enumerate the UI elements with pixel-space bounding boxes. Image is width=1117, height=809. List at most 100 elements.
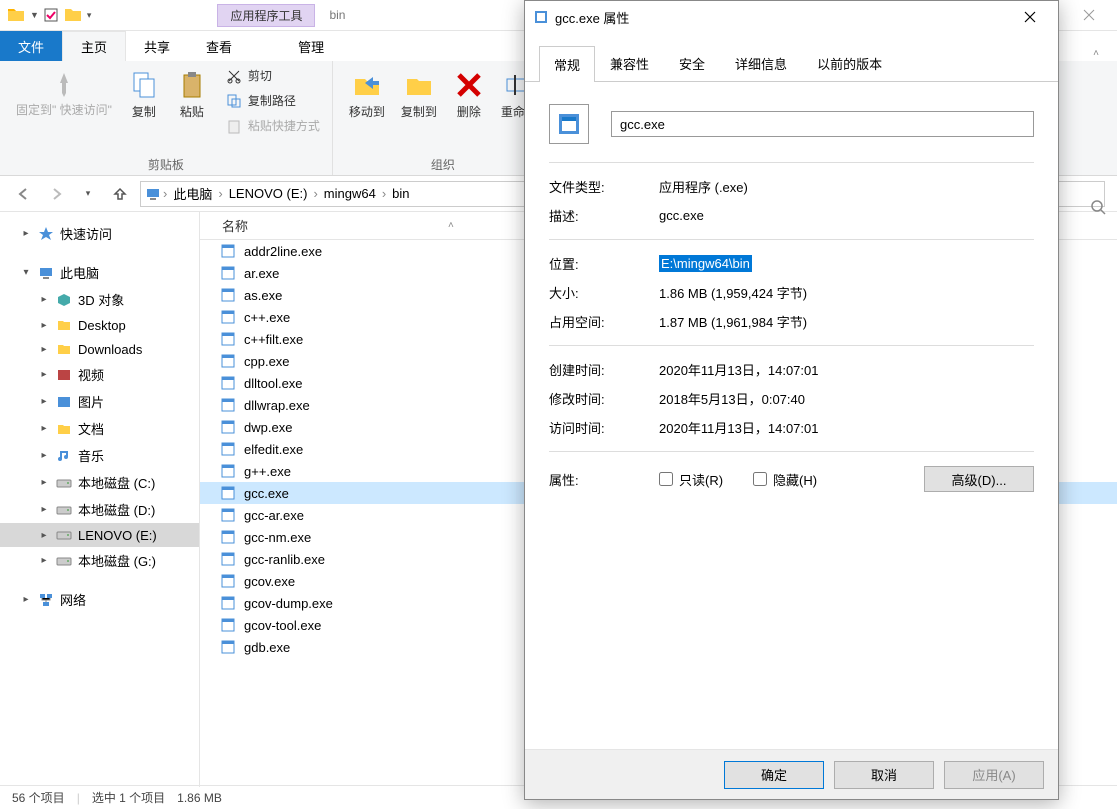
chevron-right-icon[interactable]: ▸ bbox=[38, 530, 50, 541]
ribbon-collapse-icon[interactable]: ˄ bbox=[1093, 48, 1099, 59]
breadcrumb-item[interactable]: LENOVO (E:) bbox=[225, 186, 312, 201]
delete-icon bbox=[453, 69, 485, 101]
file-name: dwp.exe bbox=[244, 420, 292, 435]
copy-button[interactable]: 复制 bbox=[120, 65, 168, 124]
qat-overflow-icon[interactable]: ▾ bbox=[87, 10, 92, 21]
back-button[interactable] bbox=[12, 182, 36, 206]
chevron-down-icon[interactable]: ▾ bbox=[20, 267, 32, 278]
tree-label: 文档 bbox=[78, 419, 104, 438]
copy-label: 复制 bbox=[132, 103, 156, 120]
tree-item[interactable]: ▸3D 对象 bbox=[0, 286, 199, 313]
chevron-right-icon[interactable]: › bbox=[161, 186, 169, 201]
ok-button[interactable]: 确定 bbox=[724, 761, 824, 789]
chevron-right-icon[interactable]: ▸ bbox=[38, 369, 50, 380]
tab-security[interactable]: 安全 bbox=[664, 45, 720, 81]
tab-details[interactable]: 详细信息 bbox=[720, 45, 802, 81]
hidden-checkbox[interactable]: 隐藏(H) bbox=[753, 470, 817, 489]
forward-button[interactable] bbox=[44, 182, 68, 206]
tree-item[interactable]: ▸Desktop bbox=[0, 313, 199, 337]
chevron-right-icon[interactable]: ▸ bbox=[38, 396, 50, 407]
chevron-right-icon[interactable]: › bbox=[311, 186, 319, 201]
chevron-right-icon[interactable]: ▸ bbox=[20, 228, 32, 239]
exe-icon bbox=[220, 397, 236, 413]
chevron-right-icon[interactable]: ▸ bbox=[38, 294, 50, 305]
folder-icon bbox=[56, 394, 72, 410]
delete-button[interactable]: 删除 bbox=[445, 65, 493, 124]
tree-item[interactable]: ▸音乐 bbox=[0, 442, 199, 469]
tree-network[interactable]: ▸ 网络 bbox=[0, 586, 199, 613]
chevron-right-icon[interactable]: ▸ bbox=[20, 594, 32, 605]
background-window-close-icon[interactable] bbox=[1062, 0, 1117, 30]
breadcrumb-item[interactable]: bin bbox=[388, 186, 413, 201]
tree-quick-access[interactable]: ▸ 快速访问 bbox=[0, 220, 199, 247]
apply-button[interactable]: 应用(A) bbox=[944, 761, 1044, 789]
chevron-right-icon[interactable]: ▸ bbox=[38, 555, 50, 566]
file-name: gcov-dump.exe bbox=[244, 596, 333, 611]
tree-item[interactable]: ▸本地磁盘 (G:) bbox=[0, 547, 199, 574]
tree-item[interactable]: ▸本地磁盘 (C:) bbox=[0, 469, 199, 496]
chevron-right-icon[interactable]: ▸ bbox=[38, 450, 50, 461]
chevron-right-icon[interactable]: ▸ bbox=[38, 344, 50, 355]
chevron-right-icon[interactable]: ▸ bbox=[38, 320, 50, 331]
exe-icon bbox=[220, 507, 236, 523]
readonly-checkbox[interactable]: 只读(R) bbox=[659, 470, 723, 489]
breadcrumb-item[interactable]: mingw64 bbox=[320, 186, 380, 201]
copy-to-button[interactable]: 复制到 bbox=[393, 65, 445, 124]
cut-button[interactable]: 剪切 bbox=[222, 65, 324, 86]
dialog-buttons: 确定 取消 应用(A) bbox=[525, 749, 1058, 799]
ribbon-group-organize: 移动到 复制到 删除 重命名 组织 bbox=[333, 61, 554, 175]
file-name: dlltool.exe bbox=[244, 376, 303, 391]
search-icon[interactable] bbox=[1091, 200, 1107, 216]
folder-icon bbox=[56, 421, 72, 437]
chevron-right-icon[interactable]: ▸ bbox=[38, 504, 50, 515]
tab-home[interactable]: 主页 bbox=[62, 31, 126, 61]
close-button[interactable] bbox=[1010, 3, 1050, 31]
tab-share[interactable]: 共享 bbox=[126, 31, 188, 61]
tree-item[interactable]: ▸图片 bbox=[0, 388, 199, 415]
network-icon bbox=[38, 592, 54, 608]
file-icon-box[interactable] bbox=[549, 104, 589, 144]
cancel-button[interactable]: 取消 bbox=[834, 761, 934, 789]
folder-icon bbox=[56, 502, 72, 518]
tab-compatibility[interactable]: 兼容性 bbox=[595, 45, 664, 81]
chevron-right-icon[interactable]: › bbox=[216, 186, 224, 201]
paste-shortcut-icon bbox=[226, 118, 242, 134]
dropdown-icon[interactable]: ▼ bbox=[30, 10, 39, 20]
advanced-button[interactable]: 高级(D)... bbox=[924, 466, 1034, 492]
tree-item[interactable]: ▸Downloads bbox=[0, 337, 199, 361]
paste-shortcut-button[interactable]: 粘贴快捷方式 bbox=[222, 115, 324, 136]
chevron-right-icon[interactable]: › bbox=[380, 186, 388, 201]
tree-label: 网络 bbox=[60, 590, 86, 609]
pin-to-quick-access-button[interactable]: 固定到" 快速访问" bbox=[8, 65, 120, 121]
filename-input[interactable] bbox=[611, 111, 1034, 137]
folder-icon[interactable] bbox=[63, 5, 83, 25]
size-label: 大小: bbox=[549, 283, 659, 302]
recent-locations-button[interactable]: ▾ bbox=[76, 182, 100, 206]
tree-item[interactable]: ▸视频 bbox=[0, 361, 199, 388]
chevron-right-icon[interactable]: ▸ bbox=[38, 423, 50, 434]
tree-this-pc[interactable]: ▾ 此电脑 bbox=[0, 259, 199, 286]
tree-label: 此电脑 bbox=[60, 263, 99, 282]
tab-previous-versions[interactable]: 以前的版本 bbox=[802, 45, 897, 81]
copy-path-icon bbox=[226, 93, 242, 109]
breadcrumb-item[interactable]: 此电脑 bbox=[169, 184, 216, 203]
tree-item[interactable]: ▸ 文档 bbox=[0, 415, 199, 442]
dialog-tabs: 常规 兼容性 安全 详细信息 以前的版本 bbox=[525, 45, 1058, 82]
file-name: ar.exe bbox=[244, 266, 279, 281]
tree-item[interactable]: ▸LENOVO (E:) bbox=[0, 523, 199, 547]
attributes-label: 属性: bbox=[549, 470, 659, 489]
tab-general[interactable]: 常规 bbox=[539, 46, 595, 82]
move-to-button[interactable]: 移动到 bbox=[341, 65, 393, 124]
exe-icon bbox=[220, 375, 236, 391]
tree-item[interactable]: ▸本地磁盘 (D:) bbox=[0, 496, 199, 523]
tab-file[interactable]: 文件 bbox=[0, 31, 62, 61]
delete-label: 删除 bbox=[457, 103, 481, 120]
tab-view[interactable]: 查看 bbox=[188, 31, 250, 61]
copy-path-button[interactable]: 复制路径 bbox=[222, 90, 324, 111]
chevron-right-icon[interactable]: ▸ bbox=[38, 477, 50, 488]
up-button[interactable] bbox=[108, 182, 132, 206]
folder-icon bbox=[56, 448, 72, 464]
tab-manage[interactable]: 管理 bbox=[280, 31, 342, 61]
qat-checkbox-icon[interactable] bbox=[43, 7, 59, 23]
paste-button[interactable]: 粘贴 bbox=[168, 65, 216, 124]
